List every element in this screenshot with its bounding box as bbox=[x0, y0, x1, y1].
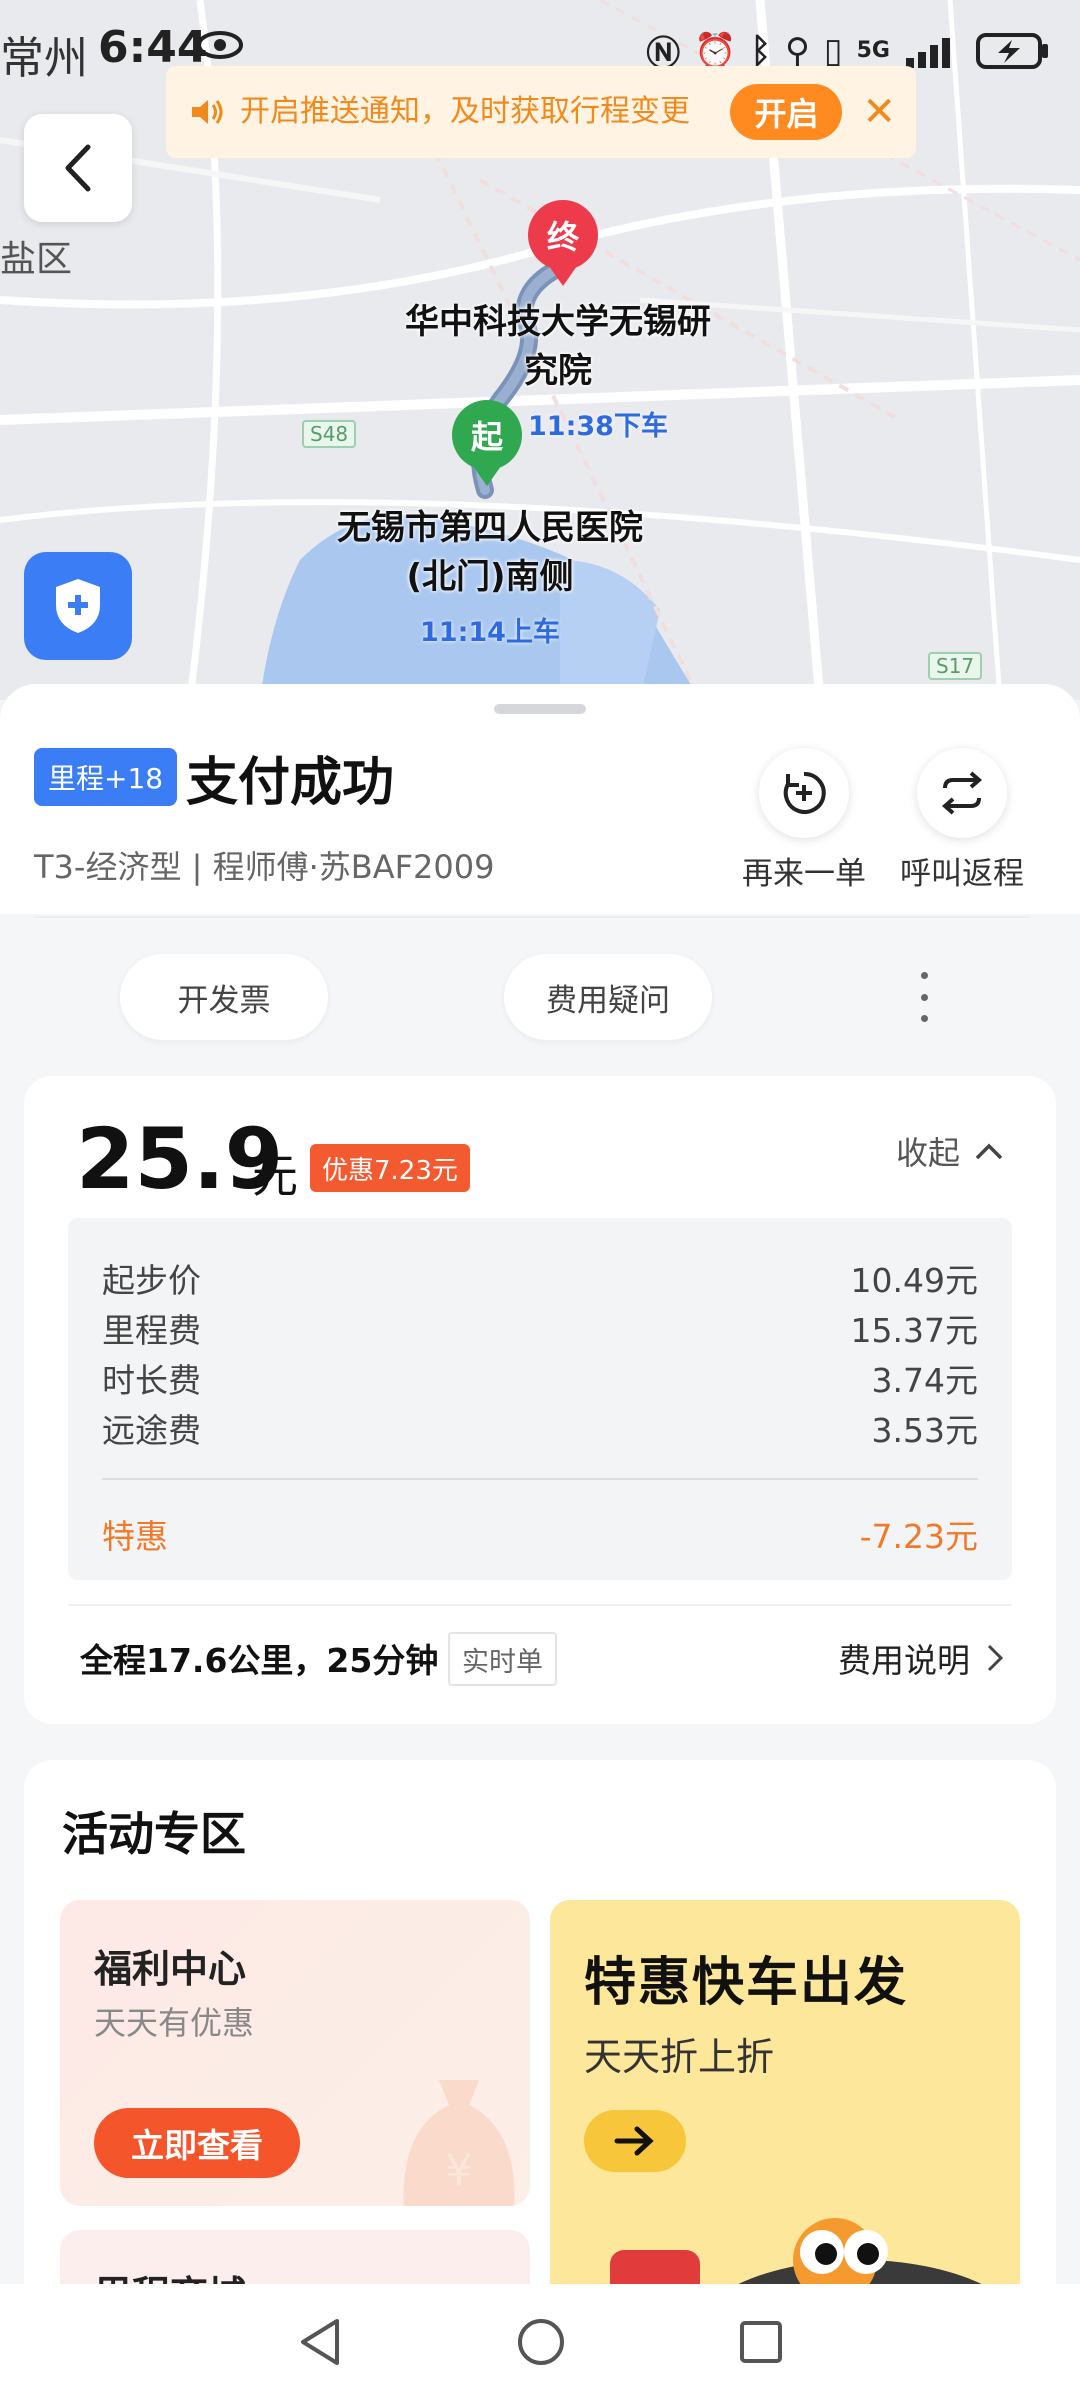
notification-text: 开启推送通知，及时获取行程变更 bbox=[240, 94, 690, 129]
fare-item-value: 15.37元 bbox=[850, 1311, 978, 1350]
fee-question-button[interactable]: 费用疑问 bbox=[504, 954, 712, 1040]
collapse-button[interactable]: 收起 bbox=[896, 1128, 1004, 1174]
fare-row: 时长费 3.74元 bbox=[102, 1354, 978, 1402]
nav-recents-icon[interactable] bbox=[737, 2318, 785, 2366]
road-tag-s48: S48 bbox=[302, 420, 357, 448]
fare-card: 25.9 元 优惠7.23元 收起 起步价 10.49元 里程费 15.37元 … bbox=[24, 1076, 1056, 1724]
invoice-button[interactable]: 开发票 bbox=[120, 954, 328, 1040]
special-discount-row: 特惠 -7.23元 bbox=[102, 1510, 978, 1558]
reorder-button[interactable]: 再来一单 bbox=[724, 748, 884, 893]
arrow-right-icon bbox=[614, 2126, 654, 2156]
destination-label: 华中科技大学无锡研究院 bbox=[405, 302, 711, 391]
close-icon[interactable]: ✕ bbox=[862, 89, 896, 135]
alarm-icon: ⏰ bbox=[694, 30, 737, 71]
fare-item-name: 远途费 bbox=[102, 1411, 201, 1450]
eye-icon bbox=[197, 31, 243, 59]
drag-handle[interactable] bbox=[494, 704, 586, 714]
header-divider bbox=[34, 916, 1030, 918]
welfare-subtitle: 天天有优惠 bbox=[94, 2004, 255, 2042]
view-now-button[interactable]: 立即查看 bbox=[94, 2108, 300, 2178]
nav-back-icon[interactable] bbox=[295, 2315, 345, 2369]
return-trip-label: 呼叫返程 bbox=[900, 856, 1024, 892]
enable-notification-button[interactable]: 开启 bbox=[730, 84, 843, 140]
chevron-left-icon bbox=[65, 144, 91, 192]
shield-icon bbox=[56, 579, 100, 633]
road-tag-s17: S17 bbox=[928, 652, 983, 680]
discount-badge: 优惠7.23元 bbox=[310, 1144, 470, 1192]
status-city: 常州 bbox=[0, 33, 88, 84]
fare-item-value: 10.49元 bbox=[850, 1261, 978, 1300]
trip-detail-sheet[interactable]: 里程+18 支付成功 T3-经济型 | 程师傅·苏BAF2009 再来一单 呼叫… bbox=[0, 684, 1080, 2320]
map-view[interactable]: 盐区 S48 S17 终 华中科技大学无锡研究院 11:38下车 起 无锡市第四… bbox=[0, 0, 1080, 700]
fare-item-name: 时长费 bbox=[102, 1361, 201, 1400]
signal-icon bbox=[906, 37, 950, 68]
special-discount-name: 特惠 bbox=[102, 1517, 168, 1556]
nav-home-icon[interactable] bbox=[515, 2316, 567, 2368]
speaker-icon bbox=[192, 100, 223, 124]
money-bag-icon: ¥ bbox=[403, 2080, 515, 2206]
fare-item-value: 3.53元 bbox=[871, 1411, 978, 1450]
promo-subtitle: 天天折上折 bbox=[584, 2035, 775, 2079]
safety-center-button[interactable] bbox=[24, 552, 132, 660]
start-pin-label: 起 bbox=[452, 400, 522, 470]
trip-summary: 全程17.6公里，25分钟 bbox=[80, 1641, 439, 1680]
welfare-title: 福利中心 bbox=[94, 1947, 247, 1991]
fee-explanation-label: 费用说明 bbox=[838, 1641, 970, 1680]
fare-unit: 元 bbox=[252, 1149, 298, 1203]
fare-item-name: 起步价 bbox=[102, 1261, 201, 1300]
realtime-order-tag: 实时单 bbox=[448, 1632, 557, 1686]
chevron-up-icon bbox=[975, 1143, 1003, 1160]
fare-item-value: 3.74元 bbox=[871, 1361, 978, 1400]
promo-express-card[interactable]: 特惠快车出发 天天折上折 bbox=[550, 1900, 1020, 2320]
return-trip-icon bbox=[941, 771, 983, 815]
reorder-label: 再来一单 bbox=[742, 856, 866, 892]
dropoff-time: 11:38下车 bbox=[528, 411, 668, 442]
activity-zone: 活动专区 福利中心 天天有优惠 立即查看 ¥ 里程商城 特惠快车出发 天天折上折 bbox=[24, 1760, 1056, 2320]
origin-label: 无锡市第四人民医院(北门)南侧 bbox=[337, 508, 643, 597]
back-button[interactable] bbox=[24, 114, 132, 222]
fare-breakdown: 起步价 10.49元 里程费 15.37元 时长费 3.74元 远途费 3.53… bbox=[68, 1218, 1012, 1580]
driver-info: T3-经济型 | 程师傅·苏BAF2009 bbox=[34, 848, 495, 886]
fare-row: 起步价 10.49元 bbox=[102, 1254, 978, 1302]
fare-row: 里程费 15.37元 bbox=[102, 1304, 978, 1352]
return-trip-button[interactable]: 呼叫返程 bbox=[882, 748, 1042, 893]
welfare-center-card[interactable]: 福利中心 天天有优惠 立即查看 ¥ bbox=[60, 1900, 530, 2206]
fee-explanation-link[interactable]: 费用说明 bbox=[838, 1634, 1004, 1682]
network-label: 5G bbox=[856, 38, 890, 63]
map-district-label: 盐区 bbox=[0, 239, 73, 280]
fare-divider bbox=[68, 1604, 1012, 1606]
end-pin: 终 bbox=[528, 200, 598, 286]
breakdown-divider bbox=[102, 1478, 978, 1480]
start-pin: 起 bbox=[452, 400, 522, 486]
fare-item-name: 里程费 bbox=[102, 1311, 201, 1350]
special-discount-value: -7.23元 bbox=[859, 1517, 978, 1556]
bluetooth-icon: ᛒ bbox=[750, 30, 771, 71]
mileage-badge: 里程+18 bbox=[34, 748, 178, 806]
system-navigation-bar bbox=[0, 2284, 1080, 2400]
promo-go-button[interactable] bbox=[584, 2110, 686, 2172]
promo-title: 特惠快车出发 bbox=[584, 1953, 909, 2013]
svg-text:¥: ¥ bbox=[445, 2145, 473, 2196]
push-notification-banner: 开启推送通知，及时获取行程变更 开启 ✕ bbox=[166, 66, 916, 158]
more-options-icon[interactable] bbox=[912, 972, 936, 1022]
vibrate-icon: ▯ bbox=[823, 30, 843, 71]
collapse-label: 收起 bbox=[895, 1134, 960, 1172]
end-pin-label: 终 bbox=[528, 200, 598, 270]
activity-title: 活动专区 bbox=[62, 1807, 246, 1861]
fare-row: 远途费 3.53元 bbox=[102, 1404, 978, 1452]
pickup-time: 11:14上车 bbox=[420, 617, 560, 648]
location-icon: ⚲ bbox=[785, 30, 810, 71]
battery-icon bbox=[976, 32, 1048, 69]
reorder-icon bbox=[783, 771, 826, 814]
chevron-right-icon bbox=[987, 1644, 1004, 1672]
payment-status-title: 支付成功 bbox=[186, 753, 395, 813]
